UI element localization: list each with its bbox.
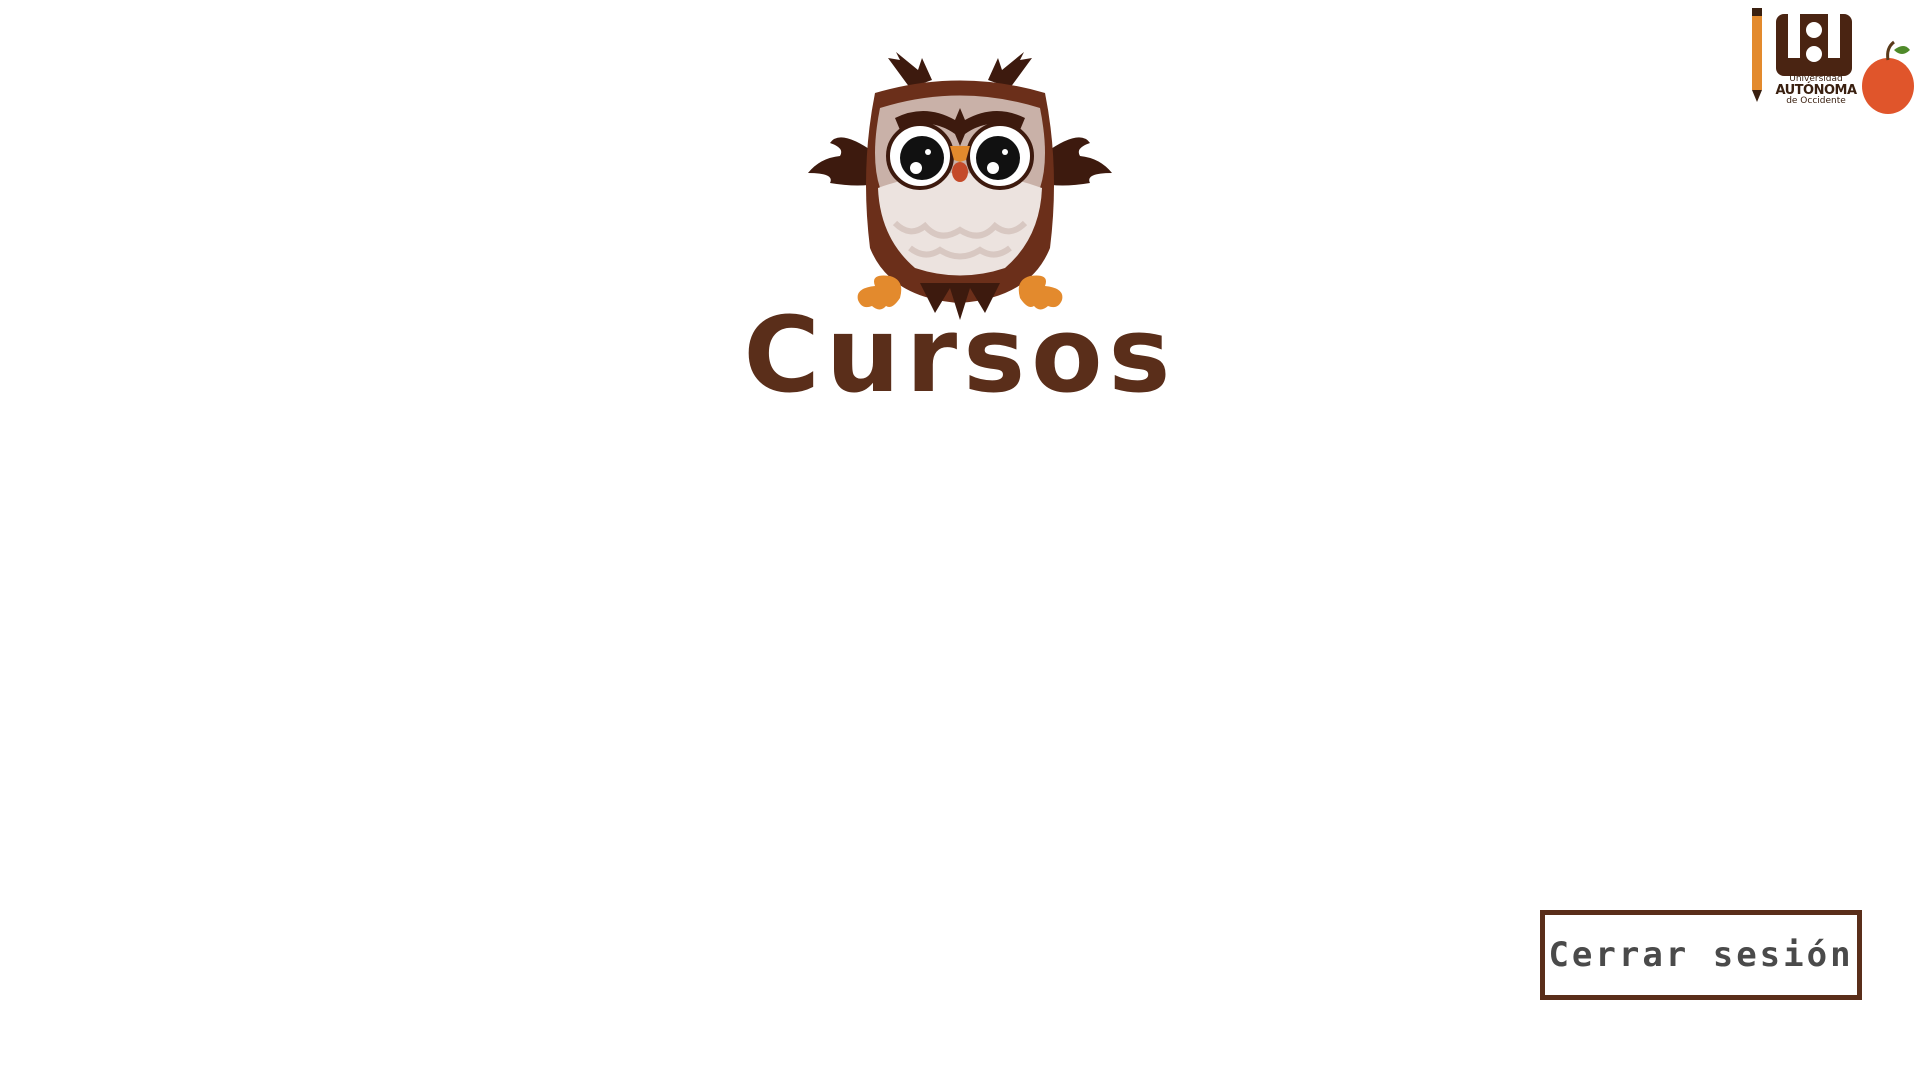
logo-line-3: de Occidente	[1786, 96, 1846, 106]
courses-page: Cursos Universidad AUTÓNOMA de Occidente…	[0, 0, 1920, 1080]
university-logo-text: Universidad AUTÓNOMA de Occidente	[1756, 74, 1876, 107]
page-title: Cursos	[743, 294, 1177, 416]
owl-icon	[808, 52, 1112, 320]
logout-button[interactable]: Cerrar sesión	[1540, 910, 1862, 1000]
logo-line-2: AUTÓNOMA	[1775, 83, 1857, 98]
